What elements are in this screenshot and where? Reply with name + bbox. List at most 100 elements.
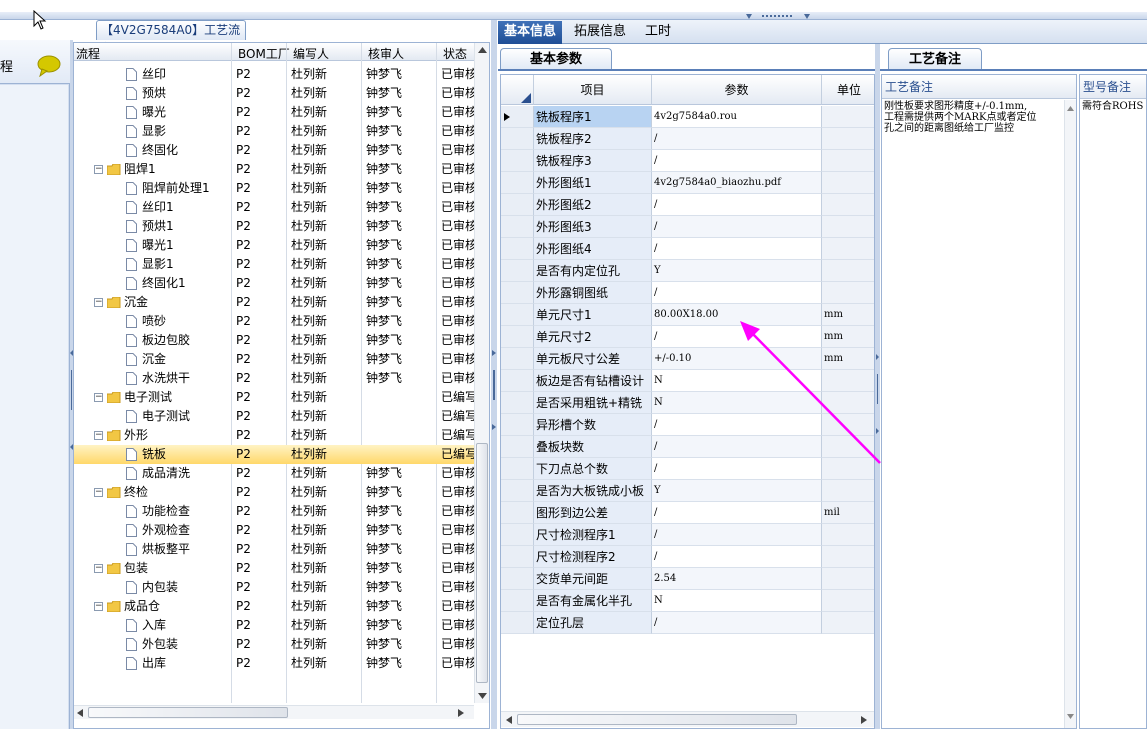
col-header-flow[interactable]: 流程 [76, 45, 100, 62]
row-header[interactable] [501, 282, 534, 304]
col-header-item[interactable]: 项目 [534, 75, 652, 105]
tree-row[interactable]: 出库 P2 杜列新 钟梦飞 已审核 [74, 654, 474, 673]
collapse-toggle-icon[interactable]: − [94, 165, 103, 174]
row-header[interactable] [501, 524, 534, 546]
param-row[interactable]: 外形图纸2/ [501, 194, 874, 216]
tree-row[interactable]: 内包装 P2 杜列新 钟梦飞 已审核 [74, 578, 474, 597]
row-header[interactable] [501, 480, 534, 502]
col-header-bom[interactable]: BOM工厂 [238, 45, 290, 62]
param-row[interactable]: 交货单元间距 2.54 [501, 568, 874, 590]
col-header-unit[interactable]: 单位 [822, 75, 874, 105]
row-header[interactable] [501, 590, 534, 612]
param-row[interactable]: 是否为大板铣成小板 Y [501, 480, 874, 502]
row-header[interactable] [501, 150, 534, 172]
tree-row[interactable]: − 包装 P2 杜列新 钟梦飞 已审核 [74, 559, 474, 578]
tree-row[interactable]: 丝印 P2 杜列新 钟梦飞 已审核 [74, 65, 474, 84]
param-value-cell[interactable]: / [652, 194, 822, 216]
tab-process-flow[interactable]: 【4V2G7584A0】工艺流程 [96, 20, 246, 55]
tree-row[interactable]: 预烘1 P2 杜列新 钟梦飞 已审核 [74, 217, 474, 236]
scroll-up-icon[interactable] [1067, 106, 1074, 111]
row-header[interactable] [501, 238, 534, 260]
middle-splitter[interactable] [491, 20, 497, 729]
tree-row[interactable]: 入库 P2 杜列新 钟梦飞 已审核 [74, 616, 474, 635]
tree-row[interactable]: 铣板 P2 杜列新 已编写 [74, 445, 474, 464]
tree-row[interactable]: 电子测试 P2 杜列新 已编写 [74, 407, 474, 426]
row-header[interactable] [501, 106, 534, 128]
tree-row[interactable]: 曝光 P2 杜列新 钟梦飞 已审核 [74, 103, 474, 122]
tree-row[interactable]: 喷砂 P2 杜列新 钟梦飞 已审核 [74, 312, 474, 331]
row-header[interactable] [501, 612, 534, 634]
col-header-writer[interactable]: 编写人 [293, 45, 329, 62]
tab-basic-info[interactable]: 基本信息 [498, 21, 563, 44]
tree-row[interactable]: 显影 P2 杜列新 钟梦飞 已审核 [74, 122, 474, 141]
remark-vertical-scrollbar[interactable] [1064, 100, 1076, 728]
tree-row[interactable]: 外包装 P2 杜列新 钟梦飞 已审核 [74, 635, 474, 654]
param-row[interactable]: 外形图纸1 4v2g7584a0_biaozhu.pdf [501, 172, 874, 194]
collapse-toggle-icon[interactable]: − [94, 564, 103, 573]
param-row[interactable]: 外形露铜图纸 / [501, 282, 874, 304]
param-row[interactable]: 是否有内定位孔 Y [501, 260, 874, 282]
tree-row[interactable]: − 阻焊1 P2 杜列新 钟梦飞 已审核 [74, 160, 474, 179]
param-value-cell[interactable]: / [652, 150, 822, 172]
param-value-cell[interactable]: / [652, 238, 822, 260]
row-header[interactable] [501, 128, 534, 150]
collapse-toggle-icon[interactable]: − [94, 393, 103, 402]
param-value-cell[interactable]: / [652, 612, 822, 634]
tree-row[interactable]: 沉金 P2 杜列新 钟梦飞 已审核 [74, 350, 474, 369]
param-value-cell[interactable]: / [652, 128, 822, 150]
collapse-toggle-icon[interactable]: − [94, 431, 103, 440]
tab-extended-info[interactable]: 拓展信息 [568, 21, 632, 44]
scroll-down-icon[interactable] [1067, 714, 1074, 719]
row-header[interactable] [501, 414, 534, 436]
collapse-toggle-icon[interactable]: − [94, 488, 103, 497]
param-value-cell[interactable]: 4v2g7584a0_biaozhu.pdf [652, 172, 822, 194]
tree-row[interactable]: 显影1 P2 杜列新 钟梦飞 已审核 [74, 255, 474, 274]
tree-row[interactable]: 终固化1 P2 杜列新 钟梦飞 已审核 [74, 274, 474, 293]
tree-row[interactable]: 丝印1 P2 杜列新 钟梦飞 已审核 [74, 198, 474, 217]
tree-vertical-scrollbar[interactable] [474, 43, 489, 703]
param-row[interactable]: 铣板程序2/ [501, 128, 874, 150]
tree-horizontal-scrollbar[interactable] [74, 705, 474, 719]
chat-bubble-icon[interactable] [36, 55, 62, 77]
scroll-up-icon[interactable] [478, 47, 487, 53]
param-row[interactable]: 铣板程序3/ [501, 150, 874, 172]
row-header[interactable] [501, 458, 534, 480]
collapse-toggle-icon[interactable]: − [94, 298, 103, 307]
row-header[interactable] [501, 304, 534, 326]
tree-row[interactable]: 功能检查 P2 杜列新 钟梦飞 已审核 [74, 502, 474, 521]
collapse-toggle-icon[interactable]: − [94, 602, 103, 611]
tree-row[interactable]: 水洗烘干 P2 杜列新 钟梦飞 已审核 [74, 369, 474, 388]
tree-row[interactable]: − 沉金 P2 杜列新 钟梦飞 已审核 [74, 293, 474, 312]
col-header-status[interactable]: 状态 [443, 45, 467, 62]
tree-row[interactable]: − 成品仓 P2 杜列新 钟梦飞 已审核 [74, 597, 474, 616]
row-header[interactable] [501, 326, 534, 348]
param-row[interactable]: 尺寸检测程序1/ [501, 524, 874, 546]
tree-row[interactable]: − 外形 P2 杜列新 已编写 [74, 426, 474, 445]
scroll-right-icon[interactable] [458, 709, 464, 717]
param-row[interactable]: 尺寸检测程序2/ [501, 546, 874, 568]
param-row[interactable]: 外形图纸3/ [501, 216, 874, 238]
param-value-cell[interactable]: / [652, 282, 822, 304]
tree-row[interactable]: 曝光1 P2 杜列新 钟梦飞 已审核 [74, 236, 474, 255]
tree-scroll-thumb[interactable] [476, 443, 488, 683]
row-header[interactable] [501, 436, 534, 458]
tree-row[interactable]: 预烘 P2 杜列新 钟梦飞 已审核 [74, 84, 474, 103]
param-row[interactable]: 图形到边公差 / mil [501, 502, 874, 524]
col-header-param[interactable]: 参数 [652, 75, 822, 105]
tree-row[interactable]: 板边包胶 P2 杜列新 钟梦飞 已审核 [74, 331, 474, 350]
row-header[interactable] [501, 348, 534, 370]
param-value-cell[interactable]: N [652, 590, 822, 612]
param-row[interactable]: 铣板程序1 4v2g7584a0.rou [501, 106, 874, 128]
tree-row[interactable]: − 终检 P2 杜列新 钟梦飞 已审核 [74, 483, 474, 502]
param-value-cell[interactable]: Y [652, 260, 822, 282]
tree-row[interactable]: 烘板整平 P2 杜列新 钟梦飞 已审核 [74, 540, 474, 559]
scroll-left-icon[interactable] [506, 716, 512, 724]
param-value-cell[interactable]: / [652, 546, 822, 568]
tree-row[interactable]: 阻焊前处理1 P2 杜列新 钟梦飞 已审核 [74, 179, 474, 198]
row-header[interactable] [501, 568, 534, 590]
param-value-cell[interactable]: / [652, 216, 822, 238]
row-header[interactable] [501, 260, 534, 282]
tree-row[interactable]: 外观检查 P2 杜列新 钟梦飞 已审核 [74, 521, 474, 540]
param-row[interactable]: 外形图纸4/ [501, 238, 874, 260]
tree-row[interactable]: − 电子测试 P2 杜列新 已编写 [74, 388, 474, 407]
